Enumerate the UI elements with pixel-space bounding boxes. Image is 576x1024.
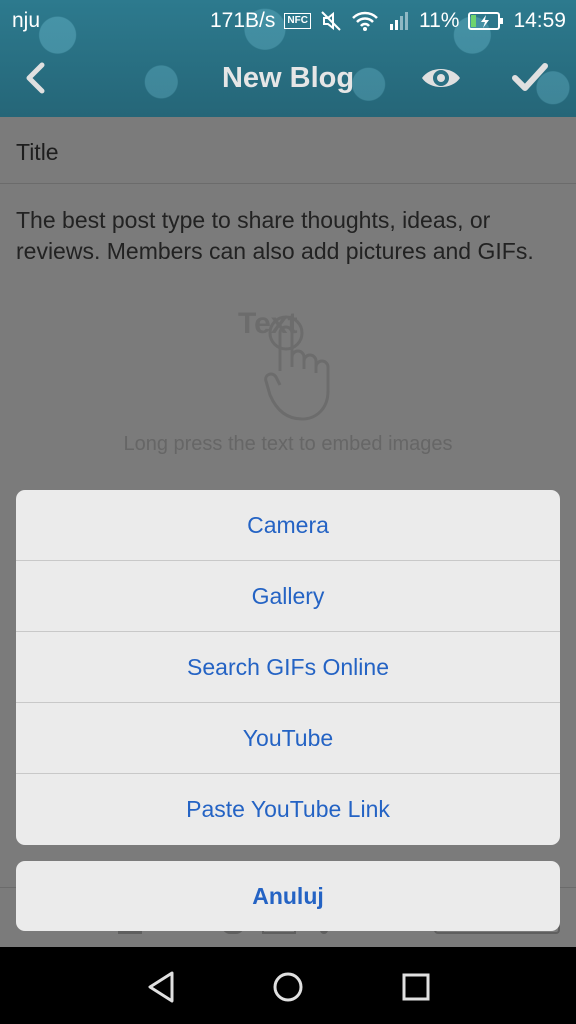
sheet-item-camera[interactable]: Camera [16, 490, 560, 561]
submit-button[interactable] [510, 60, 550, 96]
body-field[interactable]: The best post type to share thoughts, id… [16, 205, 556, 267]
mute-icon [320, 10, 342, 32]
sheet-item-gallery[interactable]: Gallery [16, 561, 560, 632]
check-icon [512, 63, 548, 91]
battery-charging-icon [468, 11, 504, 31]
nfc-icon: NFC [284, 13, 311, 29]
preview-button[interactable] [420, 62, 462, 94]
screen: nju 171B/s NFC 11% 14:59 New Blog Title … [0, 0, 576, 1024]
hand-pointer-icon [264, 315, 330, 421]
sheet-item-youtube[interactable]: YouTube [16, 703, 560, 774]
triangle-back-icon [148, 971, 174, 1003]
title-placeholder: Title [16, 139, 59, 165]
nav-back-button[interactable] [142, 967, 182, 1007]
circle-home-icon [273, 972, 303, 1002]
nav-home-button[interactable] [268, 967, 308, 1007]
action-sheet: Camera Gallery Search GIFs Online YouTub… [16, 490, 560, 845]
eye-icon [422, 69, 460, 87]
sheet-item-paste-youtube-link[interactable]: Paste YouTube Link [16, 774, 560, 845]
header: nju 171B/s NFC 11% 14:59 New Blog [0, 0, 576, 117]
sheet-item-search-gifs[interactable]: Search GIFs Online [16, 632, 560, 703]
wifi-icon [351, 10, 379, 32]
status-bar: nju 171B/s NFC 11% 14:59 [0, 0, 576, 42]
signal-icon [388, 10, 410, 32]
square-recents-icon [402, 973, 430, 1001]
nav-recents-button[interactable] [396, 967, 436, 1007]
title-field[interactable]: Title [0, 117, 576, 184]
network-speed: 171B/s [210, 9, 276, 32]
status-bar-right: 171B/s NFC 11% 14:59 [210, 9, 566, 33]
toolbar: New Blog [0, 44, 576, 116]
embed-hint-text: Long press the text to embed images [123, 433, 453, 455]
battery-percent: 11% [418, 9, 460, 32]
carrier-name: nju [12, 9, 41, 32]
system-nav-bar [0, 947, 576, 1024]
cancel-button[interactable]: Anuluj [16, 861, 560, 931]
page-title: New Blog [221, 62, 355, 94]
clock: 14:59 [513, 9, 566, 32]
